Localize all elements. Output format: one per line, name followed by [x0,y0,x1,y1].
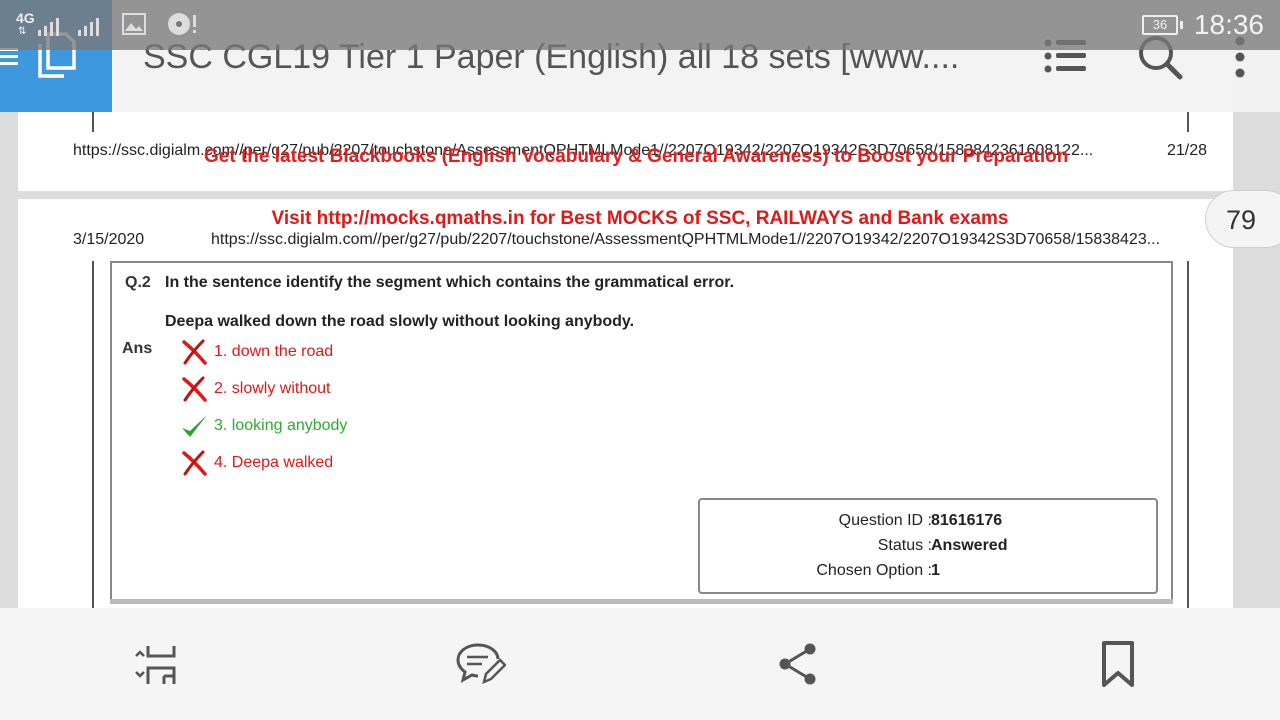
option-1: 1. down the road [180,337,333,367]
check-icon [182,415,207,437]
option-label: 4. Deepa walked [214,454,334,471]
status-row: Status : Answered [700,537,1160,561]
status-bar: 4G ⇅ 36 18:36 [0,0,1280,50]
current-page: Visit http://mocks.qmaths.in for Best MO… [18,199,1233,621]
comment-icon[interactable] [456,642,506,688]
header-date: 3/15/2020 [73,231,145,248]
question-id-row: Question ID : 81616176 [700,512,1160,536]
chosen-option-value: 1 [931,562,940,579]
cross-icon [182,450,207,476]
chosen-option-row: Chosen Option : 1 [700,562,1160,586]
question-id-key: Question ID : [838,512,932,529]
cross-icon [182,339,207,365]
option-label: 1. down the road [214,343,334,360]
option-2: 2. slowly without [180,374,331,404]
image-icon [122,13,146,35]
promo-banner-mocks: Visit http://mocks.qmaths.in for Best MO… [271,208,1009,229]
cross-icon [182,376,207,402]
option-label: 2. slowly without [214,380,331,397]
question-sentence: Deepa walked down the road slowly withou… [165,313,635,330]
status-key: Status : [877,537,932,554]
page-border-right [1187,261,1189,621]
chosen-option-key: Chosen Option : [816,562,932,579]
battery-level: 36 [1152,17,1168,32]
data-arrows-icon: ⇅ [18,26,27,37]
page-border-left [92,112,94,132]
fit-page-icon[interactable] [134,642,180,688]
option-4: 4. Deepa walked [180,448,333,478]
disc-icon [168,13,196,35]
page-border-left [92,261,94,621]
promo-banner-blackbooks: Get the latest Blackbooks (English Vocab… [204,146,1069,167]
question-number: Q.2 [125,274,151,291]
question-box: Q.2 In the sentence identify the segment… [110,261,1173,603]
signal-icon [38,18,99,36]
battery-tip [1180,21,1183,29]
share-icon[interactable] [778,642,818,686]
option-label: 3. looking anybody [214,417,348,434]
footer-page-count: 21/28 [1166,142,1207,159]
page-number: 79 [1226,205,1257,235]
answer-label: Ans [122,340,153,357]
question-id-value: 81616176 [931,512,1003,529]
page-border-right [1187,112,1189,132]
bottom-toolbar [0,608,1280,720]
bookmark-icon[interactable] [1100,640,1136,688]
header-url: https://ssc.digialm.com//per/g27/pub/220… [211,231,1161,248]
clock: 18:36 [1193,9,1264,40]
option-3: 3. looking anybody [180,411,347,441]
status-value: Answered [931,537,1008,554]
question-prompt: In the sentence identify the segment whi… [165,274,735,291]
network-type: 4G [16,10,35,26]
page-number-badge[interactable]: 79 [1205,190,1280,248]
next-question-border [110,599,1173,604]
battery-icon: 36 [1142,15,1178,35]
question-info-box: Question ID : 81616176 Status : Answered… [698,498,1158,594]
